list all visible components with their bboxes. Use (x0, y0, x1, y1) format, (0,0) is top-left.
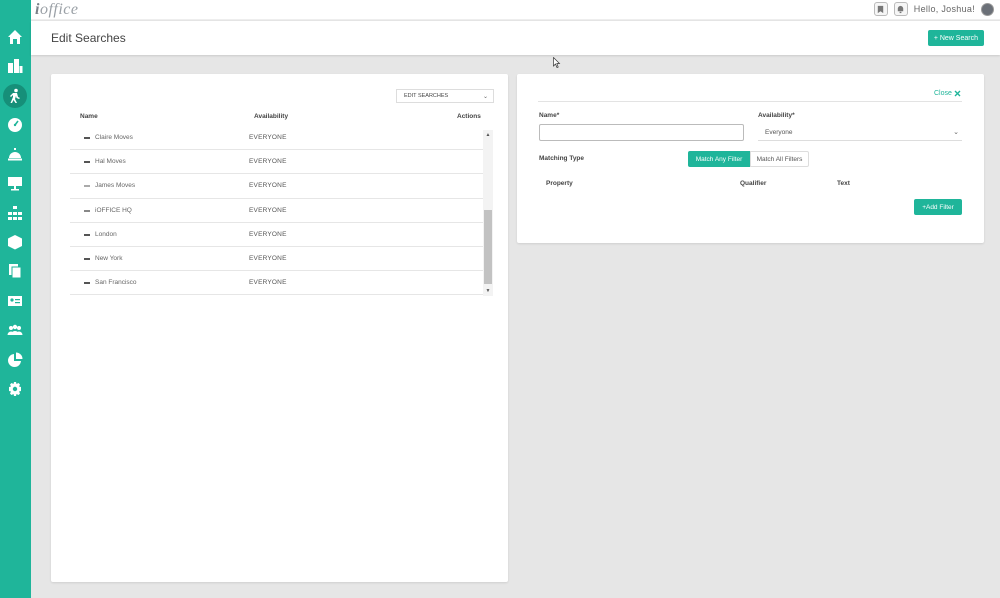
availability-select[interactable]: Everyone ⌄ (758, 124, 962, 141)
dashboard-gauge-icon[interactable] (6, 116, 24, 134)
searches-panel: EDIT SEARCHES ⌄ Name Availability Action… (51, 74, 508, 582)
page-title: Edit Searches (51, 31, 126, 45)
mouse-cursor-icon (553, 57, 561, 68)
match-all-filters-toggle[interactable]: Match All Filters (750, 151, 809, 167)
close-icon (954, 90, 961, 97)
table-row[interactable]: iOFFICE HQ EVERYONE (70, 199, 483, 223)
column-header-actions: Actions (457, 113, 481, 120)
scroll-up-arrow-icon[interactable]: ▲ (483, 130, 493, 140)
search-name: Hal Moves (95, 158, 126, 166)
greeting-text[interactable]: Hello, Joshua! (914, 4, 975, 14)
table-row[interactable]: Claire Moves EVERYONE (70, 126, 483, 151)
id-card-icon[interactable] (6, 292, 24, 310)
box-icon[interactable] (6, 233, 24, 251)
search-availability: EVERYONE (249, 230, 287, 238)
filter-header-qualifier: Qualifier (740, 180, 767, 187)
presentation-board-icon[interactable] (6, 174, 24, 192)
scrollbar-thumb[interactable] (484, 210, 492, 284)
filter-header-property: Property (546, 180, 573, 187)
drag-handle-icon[interactable] (84, 257, 90, 260)
table-row[interactable]: New York EVERYONE (70, 247, 483, 272)
person-moving-icon[interactable] (3, 84, 27, 108)
org-chart-icon[interactable] (6, 204, 24, 222)
drag-handle-icon[interactable] (84, 233, 90, 236)
chevron-down-icon: ⌄ (482, 94, 488, 100)
search-name: San Francisco (95, 279, 137, 287)
table-row[interactable]: San Francisco EVERYONE (70, 271, 483, 296)
search-availability: EVERYONE (249, 254, 287, 262)
buildings-icon[interactable] (6, 57, 24, 75)
search-editor-panel: Close Name* Availability* Everyone ⌄ Mat… (517, 74, 984, 243)
column-header-name[interactable]: Name (80, 113, 98, 120)
drag-handle-icon[interactable] (84, 161, 90, 164)
top-bar: ioffice Hello, Joshua! (31, 0, 1000, 20)
new-search-button[interactable]: + New Search (927, 30, 984, 46)
search-availability: EVERYONE (249, 182, 287, 190)
drag-handle-icon[interactable] (84, 282, 90, 285)
edit-searches-dropdown[interactable]: EDIT SEARCHES ⌄ (396, 89, 494, 103)
scroll-down-arrow-icon[interactable]: ▼ (483, 286, 493, 296)
drag-handle-icon[interactable] (84, 209, 90, 212)
divider (538, 101, 962, 102)
table-row[interactable]: London EVERYONE (70, 223, 483, 247)
match-any-filter-toggle[interactable]: Match Any Filter (688, 151, 750, 167)
notification-bell-icon[interactable] (893, 2, 908, 16)
sidebar (0, 0, 31, 598)
filter-header-text: Text (837, 180, 850, 187)
search-availability: EVERYONE (249, 206, 287, 214)
table-row[interactable]: Hal Moves EVERYONE (70, 150, 483, 175)
service-bell-icon[interactable] (6, 145, 24, 163)
documents-icon[interactable] (6, 262, 24, 280)
team-icon[interactable] (6, 321, 24, 339)
chevron-down-icon: ⌄ (953, 129, 959, 136)
add-filter-button[interactable]: +Add Filter (914, 199, 962, 215)
search-name: James Moves (95, 182, 136, 190)
pie-chart-icon[interactable] (6, 351, 24, 369)
page-header: Edit Searches + New Search (31, 21, 1000, 55)
brand-logo[interactable]: ioffice (35, 1, 79, 19)
search-name: New York (95, 254, 123, 262)
list-scrollbar[interactable]: ▲ ▼ (483, 130, 493, 296)
search-name: Claire Moves (95, 134, 133, 141)
close-button[interactable]: Close (934, 90, 961, 97)
search-name: London (95, 230, 117, 238)
user-area: Hello, Joshua! (873, 2, 994, 16)
bookmark-icon[interactable] (873, 2, 888, 16)
search-name: iOFFICE HQ (95, 206, 132, 214)
name-label: Name* (539, 112, 560, 119)
drag-handle-icon[interactable] (84, 185, 90, 188)
name-input[interactable] (539, 124, 744, 141)
table-row[interactable]: James Moves EVERYONE (70, 174, 483, 199)
searches-list: Claire Moves EVERYONE Hal Moves EVERYONE… (70, 126, 483, 296)
availability-label: Availability* (758, 112, 795, 119)
user-avatar[interactable] (981, 2, 994, 16)
drag-handle-icon[interactable] (84, 137, 90, 139)
matching-type-label: Matching Type (539, 155, 585, 162)
search-availability: EVERYONE (249, 158, 287, 166)
column-header-availability[interactable]: Availability (254, 113, 288, 120)
search-availability: EVERYONE (249, 134, 287, 141)
home-icon[interactable] (6, 28, 24, 46)
search-availability: EVERYONE (249, 279, 287, 287)
settings-gear-icon[interactable] (6, 380, 24, 398)
